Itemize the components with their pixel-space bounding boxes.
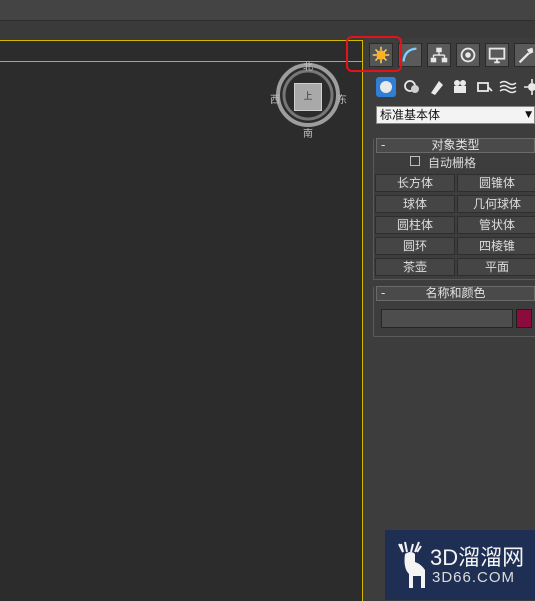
display-monitor-icon — [488, 47, 506, 64]
compass-south-label[interactable]: 南 — [303, 125, 313, 140]
object-category-dropdown[interactable]: 标准基本体 ▼ — [376, 106, 535, 124]
object-color-swatch[interactable] — [516, 309, 532, 328]
object-type-button[interactable]: 管状体 — [457, 216, 535, 234]
hierarchy-icon — [430, 47, 448, 63]
autogrid-label: 自动栅格 — [428, 156, 477, 170]
chevron-down-icon: ▼ — [525, 110, 532, 120]
tab-display[interactable] — [485, 43, 509, 67]
geometry-sphere-icon[interactable] — [376, 77, 396, 97]
object-type-button[interactable]: 四棱锥 — [457, 237, 535, 255]
watermark-url: 3D66.COM — [432, 569, 516, 586]
object-type-button[interactable]: 球体 — [375, 195, 455, 213]
object-type-button[interactable]: 茶壶 — [375, 258, 455, 276]
object-name-input[interactable] — [381, 309, 513, 328]
object-type-button[interactable]: 几何球体 — [457, 195, 535, 213]
object-type-button[interactable]: 圆环 — [375, 237, 455, 255]
toolbar-divider — [0, 20, 535, 39]
object-type-button[interactable]: 圆锥体 — [457, 174, 535, 192]
object-type-title: 对象类型 — [431, 138, 480, 152]
motion-icon — [460, 47, 476, 63]
object-type-button[interactable]: 长方体 — [375, 174, 455, 192]
object-type-header[interactable]: - 对象类型 — [376, 138, 535, 153]
helpers-icon[interactable] — [474, 77, 494, 97]
collapse-icon: - — [381, 286, 386, 300]
name-color-header[interactable]: - 名称和颜色 — [376, 286, 535, 301]
compass-west-label[interactable]: 西 — [270, 91, 280, 106]
shapes-icon[interactable] — [402, 77, 422, 97]
cameras-icon[interactable] — [450, 77, 470, 97]
object-type-button[interactable]: 圆柱体 — [375, 216, 455, 234]
space-warps-icon[interactable] — [498, 77, 518, 97]
object-type-button[interactable]: 平面 — [457, 258, 535, 276]
name-color-title: 名称和颜色 — [425, 286, 486, 300]
watermark-title: 3D溜溜网 — [430, 545, 525, 570]
compass-east-label[interactable]: 东 — [337, 91, 347, 106]
lights-icon[interactable] — [427, 77, 447, 97]
tab-utilities[interactable] — [514, 43, 535, 67]
autogrid-checkbox[interactable] — [410, 156, 420, 166]
viewcube-top-face[interactable]: 上 — [294, 83, 322, 111]
tab-hierarchy[interactable] — [427, 43, 451, 67]
deer-logo-icon — [398, 541, 425, 588]
compass-north-label[interactable]: 北 — [303, 58, 313, 73]
modify-arc-icon — [402, 47, 417, 62]
tab-motion[interactable] — [456, 43, 480, 67]
systems-icon[interactable] — [522, 77, 535, 97]
create-tab-highlight — [346, 36, 402, 72]
dropdown-value: 标准基本体 — [380, 108, 441, 122]
top-toolbar-strip — [0, 0, 535, 20]
utilities-hammer-icon — [518, 47, 534, 64]
collapse-icon: - — [381, 138, 386, 152]
